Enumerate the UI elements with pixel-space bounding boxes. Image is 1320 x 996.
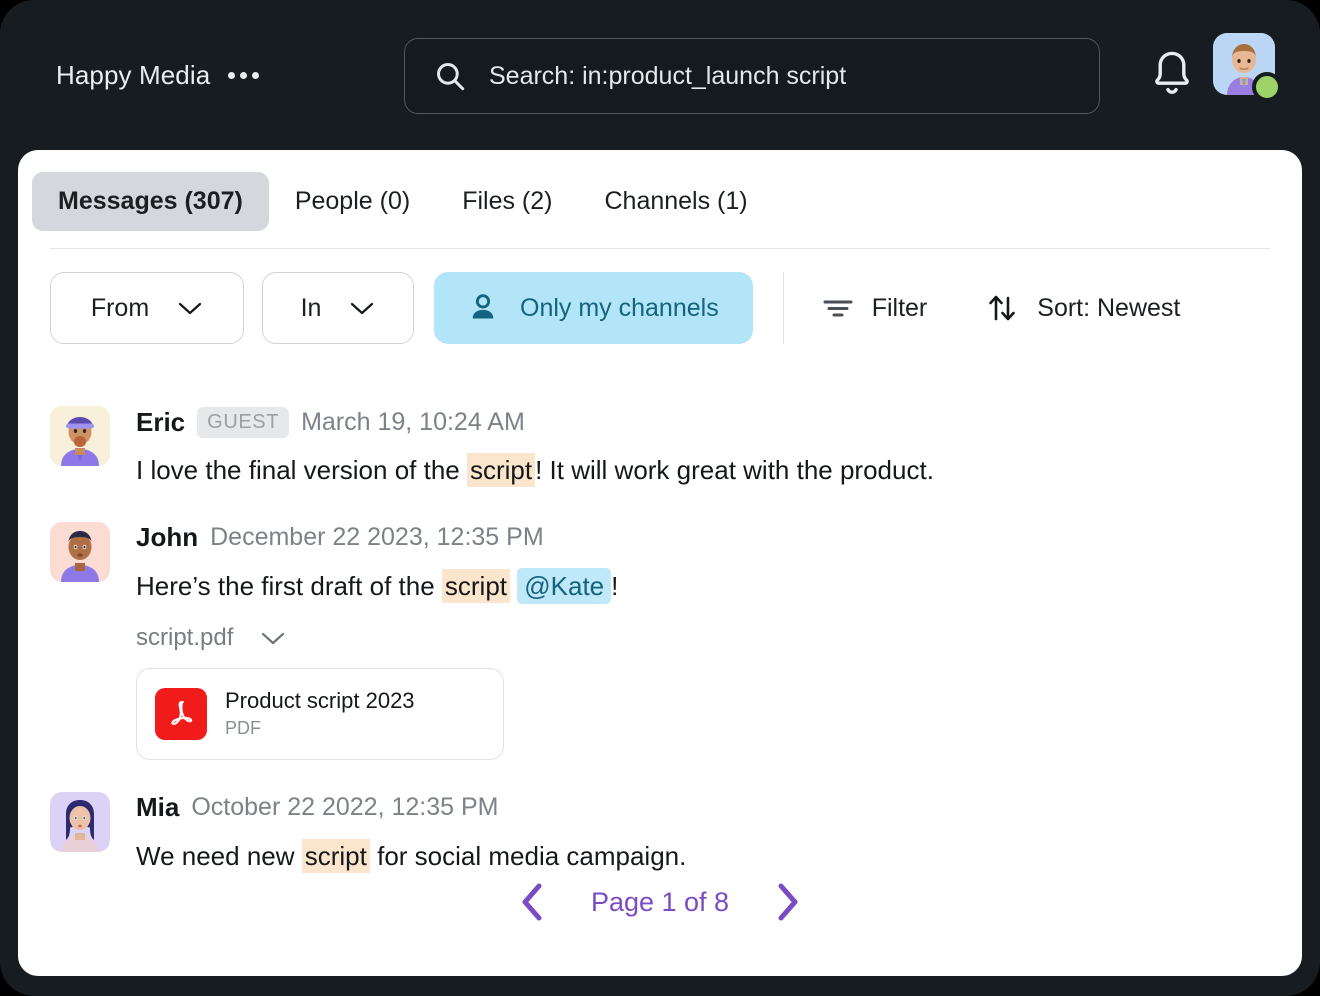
message-body: Mia October 22 2022, 12:35 PM We need ne…	[136, 788, 1270, 874]
search-term-highlight: script	[466, 453, 536, 487]
avatar-john-image	[50, 521, 110, 582]
attachment-title: Product script 2023	[225, 688, 415, 714]
tab-people[interactable]: People (0)	[269, 172, 436, 231]
avatar	[50, 406, 110, 466]
only-my-channels-toggle[interactable]: Only my channels	[434, 272, 753, 344]
message-text-before: We need new	[136, 840, 302, 871]
message-text-after: !	[611, 570, 619, 601]
ellipsis-icon[interactable]	[228, 71, 260, 79]
message-results-list: Eric GUEST March 19, 10:24 AM I love the…	[50, 402, 1270, 887]
message-timestamp: December 22 2023, 12:35 PM	[210, 523, 544, 552]
presence-indicator	[1252, 72, 1282, 102]
only-my-channels-label: Only my channels	[520, 293, 719, 322]
in-filter-label: In	[300, 293, 322, 322]
avatar	[50, 521, 110, 582]
from-filter-dropdown[interactable]: From	[50, 272, 244, 344]
tab-files[interactable]: Files (2)	[436, 172, 578, 231]
workspace-title: Happy Media	[56, 59, 211, 90]
search-input[interactable]: Search: in:product_launch script	[404, 38, 1100, 114]
message-timestamp: October 22 2022, 12:35 PM	[191, 793, 499, 822]
chevron-down-icon	[262, 632, 285, 644]
bell-icon	[1155, 51, 1189, 94]
message-text-after: for social media campaign.	[369, 840, 687, 871]
pdf-glyph	[171, 700, 193, 725]
filter-toolbar: From In Only my channels Filter Sort: Ne…	[50, 272, 1188, 344]
message-header: Eric GUEST March 19, 10:24 AM	[136, 402, 1270, 442]
attachment-card[interactable]: Product script 2023 PDF	[136, 667, 504, 760]
chevron-down-icon	[179, 302, 202, 315]
message-body: Eric GUEST March 19, 10:24 AM I love the…	[136, 402, 1270, 488]
result-tabs: Messages (307) People (0) Files (2) Chan…	[32, 172, 774, 231]
message-text-after: ! It will work great with the product.	[535, 455, 934, 485]
pagination: Page 1 of 8	[18, 880, 1302, 924]
from-filter-label: From	[90, 293, 150, 322]
attachment-toggle[interactable]: script.pdf	[136, 624, 287, 652]
filter-label: Filter	[871, 293, 928, 322]
message-author: John	[136, 522, 199, 553]
message-body: John December 22 2023, 12:35 PM Here’s t…	[136, 518, 1270, 760]
next-page-button[interactable]	[771, 880, 805, 924]
person-icon	[472, 294, 494, 319]
attachment-type: PDF	[225, 718, 261, 739]
chevron-right-icon	[778, 883, 798, 921]
tab-messages[interactable]: Messages (307)	[32, 172, 269, 231]
notifications-button[interactable]	[1148, 48, 1196, 102]
toolbar-divider	[782, 272, 784, 344]
filter-icon	[823, 300, 853, 317]
sort-button[interactable]: Sort: Newest	[977, 281, 1188, 335]
message-text-before: I love the final version of the	[136, 455, 467, 485]
app-window: Happy Media Search: in:product_launch sc…	[0, 0, 1320, 996]
message-author: Eric	[136, 406, 186, 437]
avatar	[50, 791, 110, 852]
message-item[interactable]: Eric GUEST March 19, 10:24 AM I love the…	[50, 402, 1270, 488]
message-text: Here’s the first draft of the script @Ka…	[136, 567, 1270, 604]
status-badge: GUEST	[197, 406, 290, 438]
chevron-left-icon	[522, 883, 542, 921]
avatar-mia-image	[50, 791, 110, 852]
message-item[interactable]: John December 22 2023, 12:35 PM Here’s t…	[50, 518, 1270, 760]
pdf-icon	[155, 687, 207, 740]
search-value: Search: in:product_launch script	[489, 61, 847, 90]
sort-arrows-icon	[989, 295, 1016, 321]
avatar-eric-image	[50, 406, 110, 466]
message-header: John December 22 2023, 12:35 PM	[136, 518, 1270, 558]
attachment-meta: Product script 2023 PDF	[225, 688, 415, 739]
search-icon	[437, 63, 465, 91]
sort-label: Sort: Newest	[1037, 293, 1181, 322]
message-author: Mia	[136, 792, 180, 823]
message-item[interactable]: Mia October 22 2022, 12:35 PM We need ne…	[50, 788, 1270, 874]
search-term-highlight: script	[301, 838, 370, 873]
page-indicator: Page 1 of 8	[590, 886, 730, 917]
chevron-down-icon	[351, 302, 374, 315]
attachment-filename: script.pdf	[136, 623, 234, 651]
message-text: We need new script for social media camp…	[136, 838, 1270, 874]
message-header: Mia October 22 2022, 12:35 PM	[136, 788, 1270, 828]
search-term-highlight: script	[441, 568, 511, 603]
search-results-panel: Messages (307) People (0) Files (2) Chan…	[18, 150, 1302, 976]
in-filter-dropdown[interactable]: In	[262, 272, 414, 344]
mention-chip[interactable]: @Kate	[517, 567, 612, 604]
filter-button[interactable]: Filter	[814, 284, 936, 333]
tabs-divider	[50, 248, 1270, 249]
brand-area: Happy Media	[56, 60, 396, 91]
previous-page-button[interactable]	[515, 880, 549, 924]
message-text-before: Here’s the first draft of the	[136, 570, 442, 601]
tab-channels[interactable]: Channels (1)	[578, 172, 773, 231]
message-timestamp: March 19, 10:24 AM	[301, 407, 525, 436]
message-text: I love the final version of the script! …	[136, 453, 1270, 488]
